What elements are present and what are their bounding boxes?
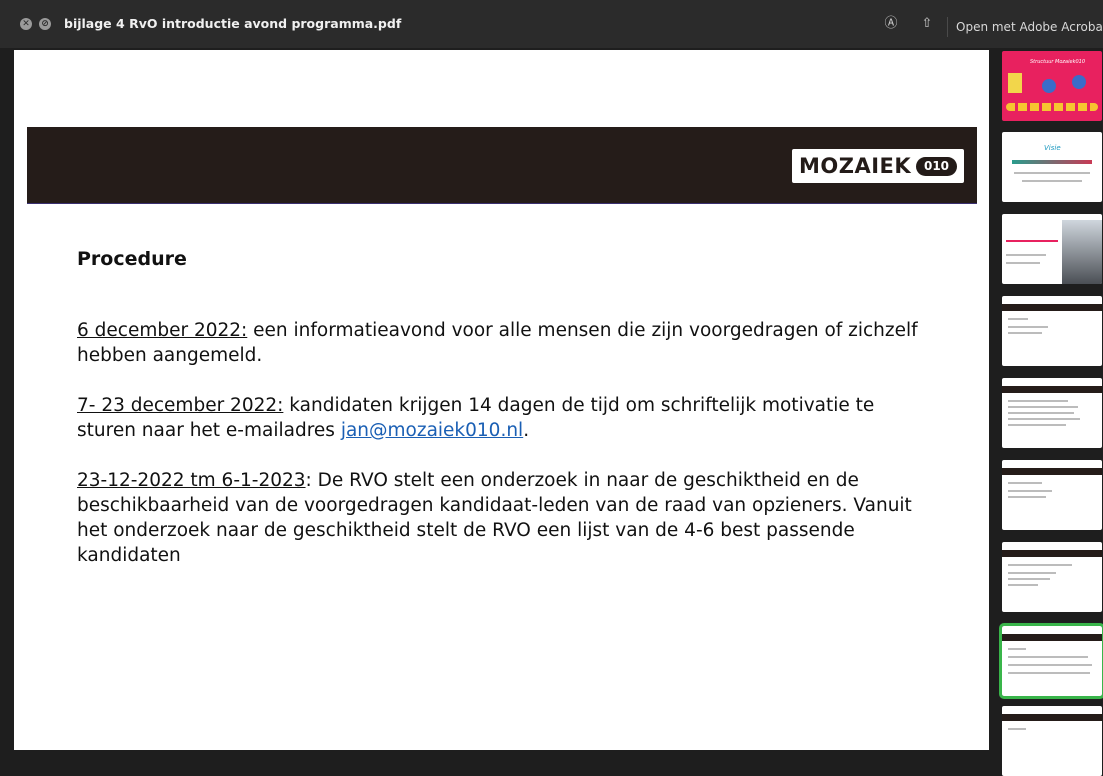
thumbnail-sidebar[interactable]: Structuur Mozaiek010 Visie [993,48,1103,776]
thumbnail-text-line [1008,584,1038,586]
logo-text: MOZAIEK [799,154,912,178]
paragraph-1-date: 6 december 2022: [77,320,248,341]
thumbnail-text-line [1008,490,1052,492]
thumbnail-banner [1002,550,1102,557]
paragraph-3-date: 23-12-2022 tm 6-1-2023 [77,470,306,491]
title-bar: ✕ ⊘ bijlage 4 RvO introductie avond prog… [0,0,1103,48]
thumbnail-shape [1008,73,1022,93]
thumbnail-text-line [1008,318,1028,320]
thumbnail-photo [1062,220,1102,284]
thumbnail-shape [1006,240,1058,242]
thumbnail-text-line [1008,424,1066,426]
page-thumbnail-1[interactable]: Structuur Mozaiek010 [1002,51,1102,121]
thumbnail-text-line [1008,664,1092,666]
thumbnail-text-line [1008,482,1042,484]
thumbnail-text-line [1008,326,1048,328]
paragraph-2-end: . [523,420,530,441]
paragraph-2-date: 7- 23 december 2022: [77,395,284,416]
page-thumbnail-9[interactable] [1002,706,1102,776]
pdf-page: MOZAIEK 010 Procedure 6 december 2022: e… [14,50,989,750]
window-title: bijlage 4 RvO introductie avond programm… [64,16,402,31]
thumbnail-text-line [1006,262,1040,264]
page-thumbnail-3[interactable] [1002,214,1102,284]
page-thumbnail-2[interactable]: Visie [1002,132,1102,202]
markup-icon[interactable]: Ⓐ [883,16,899,32]
paragraph-2: 7- 23 december 2022: kandidaten krijgen … [77,393,937,443]
close-icon[interactable]: ✕ [20,18,32,30]
page-thumbnail-8-selected[interactable] [999,623,1103,699]
paragraph-3: 23-12-2022 tm 6-1-2023: De RVO stelt een… [77,468,937,568]
thumbnail-text-line [1008,728,1026,730]
thumbnail-text-line [1008,418,1080,420]
thumbnail-text-line [1008,572,1056,574]
thumbnail-text-line [1006,254,1046,256]
thumbnail-1-title: Structuur Mozaiek010 [1030,59,1086,65]
page-thumbnail-6[interactable] [1002,460,1102,530]
logo-badge: 010 [916,157,957,176]
email-link[interactable]: jan@mozaiek010.nl [341,420,523,441]
mozaiek-logo: MOZAIEK 010 [792,149,964,183]
thumbnail-banner [1002,468,1102,475]
thumbnail-2-title: Visie [1044,144,1061,152]
page-heading: Procedure [77,248,187,270]
thumbnail-shape [1072,75,1086,89]
thumbnail-banner [1002,714,1102,721]
thumbnail-text-line [1008,496,1046,498]
share-icon[interactable]: ⇧ [919,16,935,32]
thumbnail-text-line [1008,400,1068,402]
open-with-acrobat-button[interactable]: Open met Adobe Acrobat [947,17,1103,37]
thumbnail-banner [1002,634,1102,641]
thumbnail-banner [1002,304,1102,311]
page-thumbnail-5[interactable] [1002,378,1102,448]
thumbnail-text-line [1022,180,1082,182]
thumbnail-text-line [1008,332,1042,334]
document-content: Procedure 6 december 2022: een informati… [77,248,937,568]
thumbnail-shape [1042,79,1056,93]
page-thumbnail-4[interactable] [1002,296,1102,366]
thumbnail-banner [1002,386,1102,393]
thumbnail-text-line [1008,564,1072,566]
thumbnail-shape [1012,160,1092,164]
thumbnail-shape [1006,103,1098,111]
header-banner: MOZAIEK 010 [27,127,977,204]
thumbnail-text-line [1008,406,1078,408]
thumbnail-text-line [1008,648,1026,650]
thumbnail-text-line [1008,412,1074,414]
thumbnail-text-line [1008,672,1090,674]
thumbnail-text-line [1008,656,1088,658]
thumbnail-text-line [1014,172,1090,174]
minimize-icon[interactable]: ⊘ [39,18,51,30]
paragraph-1: 6 december 2022: een informatieavond voo… [77,318,937,368]
thumbnail-text-line [1008,578,1050,580]
page-thumbnail-7[interactable] [1002,542,1102,612]
